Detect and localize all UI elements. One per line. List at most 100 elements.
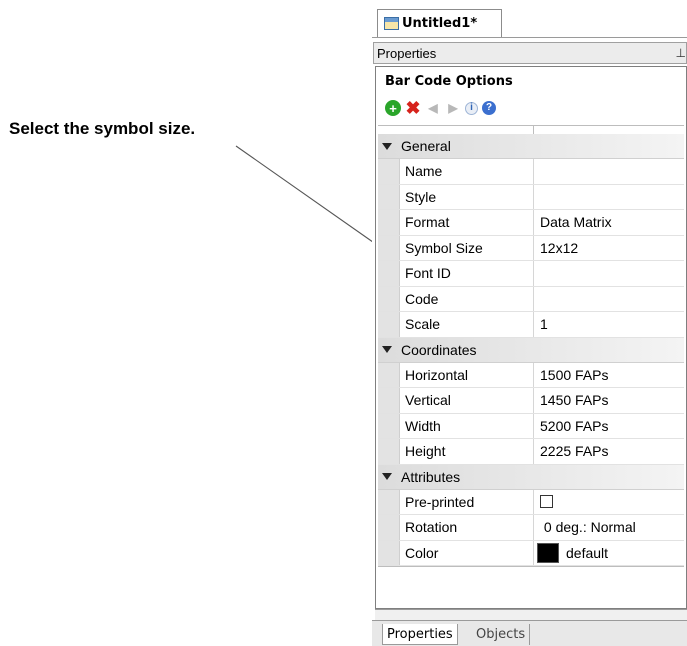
pin-icon[interactable]: ⊥ [676, 46, 686, 60]
tabstrip-divider [372, 37, 687, 38]
row-gutter [378, 210, 400, 235]
tab-properties[interactable]: Properties [382, 624, 458, 645]
value-text: 1450 FAPs [540, 392, 609, 409]
value-text: 1 [540, 316, 548, 333]
next-icon[interactable]: ▶ [445, 100, 461, 116]
document-icon [384, 17, 399, 30]
property-row[interactable]: Code [378, 286, 684, 312]
tab-objects[interactable]: Objects [472, 624, 531, 645]
property-row[interactable]: Width 5200 FAPs [378, 413, 684, 439]
property-row[interactable]: Format Data Matrix [378, 210, 684, 236]
property-row[interactable]: Font ID [378, 261, 684, 287]
row-gutter [378, 388, 400, 413]
value-text: 12x12 [540, 239, 579, 256]
panel-title: Bar Code Options [385, 74, 513, 89]
property-name: Symbol Size [400, 235, 534, 260]
property-value[interactable] [534, 185, 684, 210]
property-name: Style [400, 184, 534, 209]
grid-header [378, 125, 684, 134]
property-name: Format [400, 210, 534, 235]
delete-icon[interactable]: ✖ [405, 99, 421, 117]
row-gutter [378, 413, 400, 438]
callout-text: Select the symbol size. [9, 119, 196, 138]
bar-code-options-panel: Bar Code Options + ✖ ◀ ▶ i ? General Name… [375, 66, 687, 609]
property-name: Horizontal [400, 362, 534, 387]
row-gutter [378, 235, 400, 260]
category-0[interactable]: General [378, 134, 684, 159]
property-value[interactable]: 2225 FAPs [534, 439, 684, 464]
row-gutter [378, 489, 400, 514]
category-1[interactable]: Coordinates [378, 337, 684, 363]
pre-printed-checkbox[interactable] [540, 495, 553, 509]
category-2[interactable]: Attributes [378, 464, 684, 490]
property-row[interactable]: Scale 1 [378, 312, 684, 338]
property-value[interactable]: 1450 FAPs [534, 388, 684, 413]
property-value[interactable]: 1 [534, 312, 684, 337]
row-gutter [378, 540, 400, 565]
document-tab[interactable]: Untitled1* [377, 9, 502, 37]
properties-header: Properties ⊥ [373, 42, 687, 64]
row-gutter [378, 515, 400, 540]
property-name: Pre-printed [400, 489, 534, 514]
property-name: Width [400, 413, 534, 438]
property-row[interactable]: Name [378, 159, 684, 185]
property-row[interactable]: Height 2225 FAPs [378, 439, 684, 465]
value-text: 5200 FAPs [540, 417, 609, 434]
property-value[interactable]: 5200 FAPs [534, 414, 684, 439]
info-icon[interactable]: i [465, 101, 478, 115]
property-name: Name [400, 159, 534, 184]
row-gutter [378, 261, 400, 286]
category-label: Attributes [401, 468, 461, 485]
property-name: Vertical [400, 388, 534, 413]
property-row[interactable]: Pre-printed [378, 489, 684, 515]
property-value[interactable] [534, 490, 684, 515]
property-row[interactable]: Vertical 1450 FAPs [378, 388, 684, 414]
property-name: Rotation [400, 515, 534, 540]
previous-icon[interactable]: ◀ [425, 100, 441, 116]
property-row[interactable]: Rotation 0 deg.: Normal [378, 515, 684, 541]
property-name: Height [400, 439, 534, 464]
property-value[interactable]: Data Matrix [534, 210, 684, 235]
property-value[interactable]: 1500 FAPs [534, 363, 684, 388]
properties-title: Properties [377, 45, 437, 61]
row-gutter [378, 439, 400, 464]
property-grid: General Name Style Format Data Matrix Symbol … [378, 125, 684, 567]
property-value[interactable] [534, 261, 684, 286]
color-value: default [566, 544, 609, 561]
property-name: Font ID [400, 261, 534, 286]
panel-toolbar: + ✖ ◀ ▶ i ? [376, 97, 687, 119]
property-name: Code [400, 286, 534, 311]
row-gutter [378, 159, 400, 184]
property-value[interactable] [534, 287, 684, 312]
bottom-tabstrip: Properties Objects [372, 620, 687, 646]
horizontal-scrollbar[interactable] [375, 609, 687, 620]
row-gutter [378, 312, 400, 337]
category-label: Coordinates [401, 341, 477, 358]
property-value[interactable]: default [534, 541, 684, 566]
row-gutter [378, 184, 400, 209]
grid-bottom-border [378, 566, 684, 567]
help-icon[interactable]: ? [482, 101, 496, 115]
collapse-icon[interactable] [382, 346, 392, 353]
row-gutter [378, 286, 400, 311]
color-swatch[interactable] [537, 542, 559, 563]
collapse-icon[interactable] [382, 473, 392, 480]
property-value[interactable]: 12x12 [534, 236, 684, 261]
property-value[interactable] [534, 159, 684, 184]
add-icon[interactable]: + [385, 100, 401, 116]
property-value[interactable]: 0 deg.: Normal [534, 515, 684, 540]
document-tab-label: Untitled1* [402, 16, 478, 31]
value-text: 1500 FAPs [540, 366, 609, 383]
property-row[interactable]: Symbol Size 12x12 [378, 235, 684, 261]
property-name: Scale [400, 312, 534, 337]
collapse-icon[interactable] [382, 142, 392, 150]
document-tabstrip: Untitled1* [372, 0, 687, 40]
property-row[interactable]: Horizontal 1500 FAPs [378, 362, 684, 388]
category-label: General [401, 138, 451, 154]
property-name: Color [400, 540, 534, 565]
value-text: 0 deg.: Normal [540, 519, 636, 536]
designer-window: Untitled1* Properties ⊥ Bar Code Options… [372, 0, 687, 646]
value-text: 2225 FAPs [540, 443, 609, 460]
property-row[interactable]: Style [378, 184, 684, 210]
property-row[interactable]: Color default [378, 540, 684, 566]
